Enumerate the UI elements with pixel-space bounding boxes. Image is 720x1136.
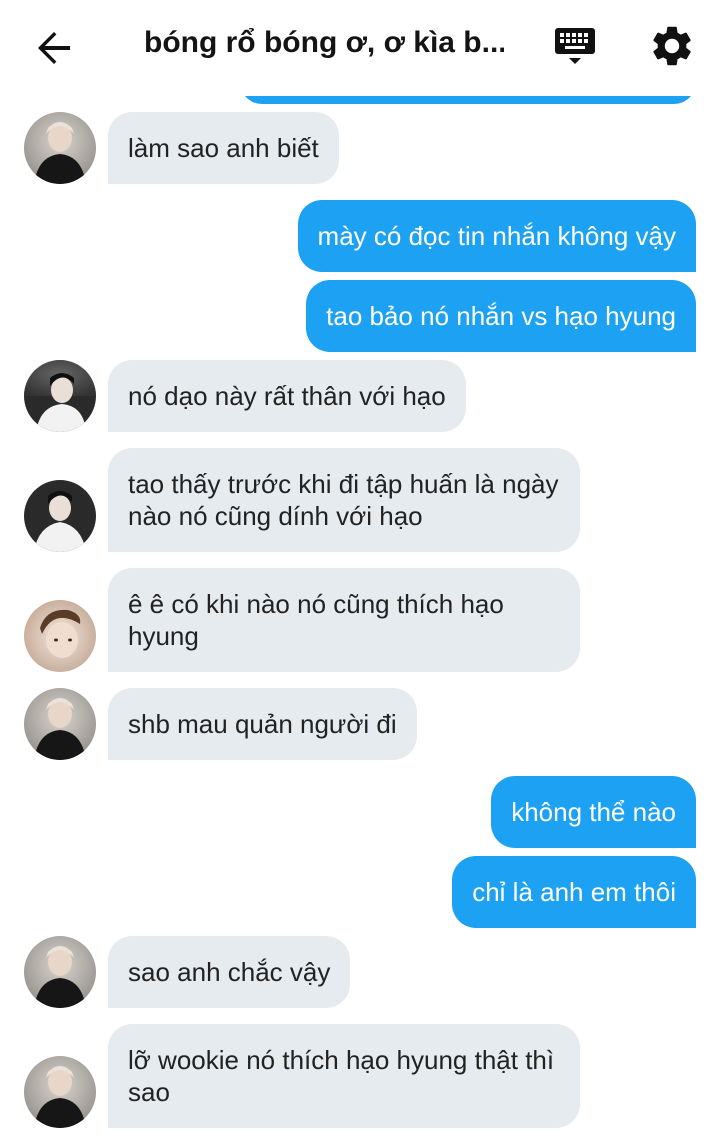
message-bubble-incoming[interactable]: nó dạo này rất thân với hạo xyxy=(108,360,466,432)
message-text: lỡ wookie nó thích hạo hyung thật thì sa… xyxy=(128,1045,555,1107)
message-text: mày có đọc tin nhắn không vậy xyxy=(317,221,676,251)
avatar[interactable] xyxy=(24,112,96,184)
avatar[interactable] xyxy=(24,688,96,760)
message-text: làm sao anh biết xyxy=(128,133,319,163)
message-text: sao anh chắc vậy xyxy=(128,957,331,987)
arrow-left-icon xyxy=(38,32,70,64)
keyboard-icon xyxy=(555,28,595,64)
message-bubble-outgoing[interactable]: tao bảo nó nhắn vs hạo hyung xyxy=(306,280,696,352)
message-row: làm sao anh biết xyxy=(0,112,720,184)
message-text: ê ê có khi nào nó cũng thích hạo hyung xyxy=(128,589,504,651)
message-text: tao thấy trước khi đi tập huấn là ngày n… xyxy=(128,469,559,531)
message-bubble-incoming[interactable]: sao anh chắc vậy xyxy=(108,936,351,1008)
message-row: chỉ là anh em thôi xyxy=(0,856,720,928)
avatar[interactable] xyxy=(24,936,96,1008)
chat-header: bóng rổ bóng ơ, ơ kìa b... xyxy=(0,0,720,96)
message-text: nó dạo này rất thân với hạo xyxy=(128,381,446,411)
message-bubble-outgoing[interactable]: không thể nào xyxy=(491,776,696,848)
back-button[interactable] xyxy=(30,24,78,72)
conversation-title[interactable]: bóng rổ bóng ơ, ơ kìa b... xyxy=(144,26,504,66)
message-text: không thể nào xyxy=(511,797,676,827)
gear-icon xyxy=(653,26,691,66)
message-row: sao anh chắc vậy xyxy=(0,936,720,1008)
settings-button[interactable] xyxy=(648,22,696,70)
message-row: nó dạo này rất thân với hạo xyxy=(0,360,720,432)
message-bubble-outgoing[interactable]: mày có đọc tin nhắn không vậy xyxy=(297,200,696,272)
avatar[interactable] xyxy=(24,360,96,432)
message-bubble-incoming[interactable]: shb mau quản người đi xyxy=(108,688,417,760)
message-row: shb mau quản người đi xyxy=(0,688,720,760)
message-row: lỡ wookie nó thích hạo hyung thật thì sa… xyxy=(0,1024,720,1128)
message-bubble-incoming[interactable]: tao thấy trước khi đi tập huấn là ngày n… xyxy=(108,448,580,552)
message-text: chỉ là anh em thôi xyxy=(472,877,676,907)
message-row: ê ê có khi nào nó cũng thích hạo hyung xyxy=(0,568,720,672)
message-row: tao bảo nó nhắn vs hạo hyung xyxy=(0,280,720,352)
message-bubble-incoming[interactable]: làm sao anh biết xyxy=(108,112,339,184)
avatar[interactable] xyxy=(24,480,96,552)
message-text: shb mau quản người đi xyxy=(128,709,397,739)
message-row: mày có đọc tin nhắn không vậy xyxy=(0,200,720,272)
message-bubble-outgoing[interactable]: chỉ là anh em thôi xyxy=(452,856,696,928)
avatar[interactable] xyxy=(24,600,96,672)
message-row: tao thấy trước khi đi tập huấn là ngày n… xyxy=(0,448,720,552)
message-row: không thể nào xyxy=(0,776,720,848)
avatar[interactable] xyxy=(24,1056,96,1128)
keyboard-button[interactable] xyxy=(552,24,602,74)
message-text: tao bảo nó nhắn vs hạo hyung xyxy=(326,301,676,331)
message-bubble-incoming[interactable]: ê ê có khi nào nó cũng thích hạo hyung xyxy=(108,568,580,672)
chat-screen: bóng rổ bóng ơ, ơ kìa b... làm sao anh b… xyxy=(0,0,720,1136)
message-bubble-incoming[interactable]: lỡ wookie nó thích hạo hyung thật thì sa… xyxy=(108,1024,580,1128)
